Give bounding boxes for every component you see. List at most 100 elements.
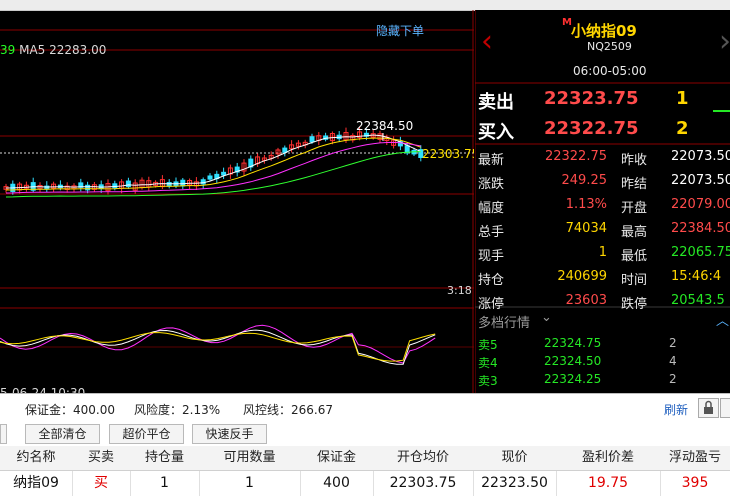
stat-value: 22079.00	[671, 197, 730, 212]
stat-value: 74034	[565, 221, 607, 236]
table-cell[interactable]: 买	[72, 471, 131, 496]
time-axis-label: 3:18	[447, 284, 472, 297]
stat-value: 1	[598, 245, 607, 260]
kline-chart[interactable]: 22384.50 22303.75 隐藏下单 39 MA5 22283.00 3:…	[0, 10, 474, 400]
depth-price: 22324.50	[544, 354, 602, 368]
stat-label: 幅度	[478, 201, 505, 216]
stat-label: 开盘	[621, 201, 648, 216]
ma20-line	[5, 141, 421, 194]
table-cell[interactable]: 400	[300, 471, 374, 496]
depth-label: 卖3	[478, 374, 498, 388]
stat-label: 涨停	[478, 297, 505, 312]
table-header[interactable]: 约名称	[0, 446, 73, 471]
trading-session: 06:00-05:00	[573, 64, 647, 78]
lock-icon[interactable]	[698, 398, 719, 418]
risk-line-text: 风控线：266.67	[243, 403, 333, 417]
candle-body	[207, 175, 213, 180]
risk-text: 风险度：2.13%	[134, 403, 221, 417]
depth-qty: 2	[669, 372, 677, 386]
table-header[interactable]: 保证金	[300, 446, 374, 471]
stat-value: 22384.50	[671, 221, 730, 236]
order-toolbar: 全部清仓 超价平仓 快速反手	[0, 419, 730, 446]
depth-qty: 4	[669, 354, 677, 368]
sell-indicator-bar	[713, 110, 730, 112]
table-cell[interactable]: 22303.75	[373, 471, 474, 496]
stat-value: 22073.50	[671, 149, 730, 164]
candle-body	[180, 179, 186, 187]
contract-name: 小纳指09	[571, 22, 637, 40]
stat-value: 22322.75	[544, 149, 607, 164]
stat-label: 最新	[478, 153, 505, 168]
buy-price: 22322.75	[544, 118, 639, 139]
contract-code: NQ2509	[587, 40, 632, 53]
stat-value: 1.13%	[565, 197, 607, 212]
table-cell[interactable]: 1	[130, 471, 200, 496]
depth-qty: 2	[669, 336, 677, 350]
stat-label: 涨跌	[478, 177, 505, 192]
sell-label: 卖出	[478, 92, 514, 113]
margin-text: 保证金：400.00	[25, 403, 115, 417]
ma40-line	[5, 151, 421, 198]
close-all-button[interactable]: 全部清仓	[25, 424, 100, 444]
positions-table: 约名称 买卖 持仓量 可用数量 保证金 开仓均价 现价 盈利价差 浮动盈亏 纳指09 买 1 1 400 2…	[0, 446, 730, 497]
quick-reverse-button[interactable]: 快速反手	[192, 424, 267, 444]
toolbar-button-partial[interactable]	[0, 424, 7, 444]
prev-contract-icon[interactable]: ‹	[481, 24, 493, 59]
depth-label: 卖5	[478, 338, 498, 352]
stat-label: 最低	[621, 249, 648, 264]
ma-prefix-value: 39	[0, 43, 16, 57]
sell-quantity: 1	[676, 88, 689, 109]
high-price-label: 22384.50	[356, 119, 413, 133]
buy-quantity: 2	[676, 118, 689, 139]
table-cell[interactable]: 19.75	[556, 471, 661, 496]
table-header[interactable]: 买卖	[72, 446, 131, 471]
stat-label: 最高	[621, 225, 648, 240]
table-header[interactable]: 现价	[473, 446, 557, 471]
sell-price: 22323.75	[544, 88, 639, 109]
double-chevron-down-icon[interactable]: ⌄	[541, 310, 552, 325]
stat-label: 持仓	[478, 273, 505, 288]
hide-orders-link[interactable]: 隐藏下单	[376, 22, 424, 39]
stat-value: 23603	[565, 293, 607, 308]
stat-label: 跌停	[621, 297, 648, 312]
table-cell[interactable]: 1	[199, 471, 301, 496]
account-bar: 保证金：400.00 风险度：2.13% 风控线：266.67 刷新	[0, 393, 730, 420]
table-cell[interactable]: 纳指09	[0, 471, 73, 496]
stat-value: 240699	[557, 269, 607, 284]
candle-body	[309, 136, 315, 143]
stat-label: 昨收	[621, 153, 648, 168]
stat-value: 22065.75	[671, 245, 730, 260]
current-price-label: 22303.75	[422, 147, 474, 161]
kline-chart-canvas: 22384.50 22303.75	[0, 10, 474, 393]
ma-legend-value: 22283.00	[49, 43, 107, 57]
candle-body	[112, 183, 118, 189]
table-header[interactable]: 盈利价差	[556, 446, 661, 471]
stat-value: 20543.5	[671, 293, 725, 308]
stat-label: 时间	[621, 273, 648, 288]
depth-price: 22324.25	[544, 372, 602, 386]
ma-legend: 39 MA5 22283.00	[0, 43, 106, 57]
stat-label: 现手	[478, 249, 505, 264]
table-header[interactable]: 持仓量	[130, 446, 200, 471]
table-header[interactable]: 浮动盈亏	[660, 446, 730, 471]
candle-body	[166, 182, 172, 187]
table-cell[interactable]: 22323.50	[473, 471, 557, 496]
chevron-up-icon[interactable]: ︿	[716, 310, 729, 329]
ma-legend-label: MA5	[19, 43, 46, 57]
stat-value: 22073.50	[671, 173, 730, 188]
table-cell[interactable]: 395	[660, 471, 730, 496]
refresh-button[interactable]: 刷新	[664, 401, 688, 418]
depth-price: 22324.75	[544, 336, 602, 350]
next-contract-icon[interactable]: ›	[719, 24, 730, 59]
depth-title[interactable]: 多档行情	[478, 312, 530, 331]
quote-panel: ‹ › M 小纳指09 NQ2509 06:00-05:00 卖出 22323.…	[475, 10, 730, 393]
stat-value: 249.25	[561, 173, 608, 188]
close-at-market-button[interactable]: 超价平仓	[109, 424, 184, 444]
settings-button-partial[interactable]	[720, 398, 730, 418]
table-header[interactable]: 开仓均价	[373, 446, 474, 471]
candle-body	[125, 180, 131, 188]
stat-label: 总手	[478, 225, 505, 240]
stat-value: 15:46:4	[671, 269, 722, 284]
table-header[interactable]: 可用数量	[199, 446, 301, 471]
depth-label: 卖4	[478, 356, 498, 370]
